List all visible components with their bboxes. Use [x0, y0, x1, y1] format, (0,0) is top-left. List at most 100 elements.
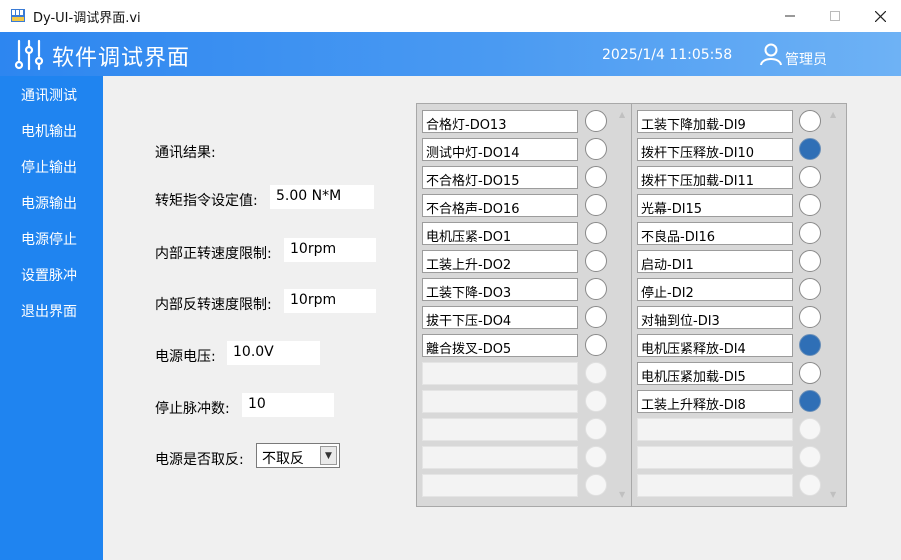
torque-value: 5.00 N*M — [270, 185, 374, 209]
maximize-icon — [830, 11, 840, 21]
output-led-indicator[interactable] — [585, 110, 607, 132]
comm-result-label: 通讯结果: — [155, 145, 216, 161]
maximize-button[interactable] — [812, 0, 858, 32]
close-icon — [874, 10, 886, 22]
scroll-up-icon[interactable]: ▲ — [619, 110, 625, 119]
input-led-indicator — [799, 418, 821, 440]
input-scrollbar[interactable]: ▲ ▼ — [828, 106, 840, 504]
input-label — [637, 446, 793, 469]
input-label: 启动-DI1 — [637, 250, 793, 273]
output-led-indicator[interactable] — [585, 166, 607, 188]
input-indicator-panel: ▲ ▼ 工装下降加载-DI9 拨杆下压释放-DI10 拨杆下压加载-DI11 光幕-D… — [631, 103, 847, 507]
window-title: Dy-UI-调试界面.vi — [33, 11, 141, 26]
output-led-indicator[interactable] — [585, 194, 607, 216]
output-led-indicator[interactable] — [585, 138, 607, 160]
output-led-indicator[interactable] — [585, 222, 607, 244]
output-led-indicator[interactable] — [585, 306, 607, 328]
voltage-value: 10.0V — [227, 341, 320, 365]
sidebar: 通讯测试 电机输出 停止输出 电源输出 电源停止 设置脉冲 退出界面 — [0, 76, 103, 560]
input-led-indicator — [799, 334, 821, 356]
voltage-label: 电源电压: — [155, 349, 216, 365]
output-label: 拔干下压-DO4 — [422, 306, 578, 329]
torque-label: 转矩指令设定值: — [155, 193, 258, 209]
output-led-indicator[interactable] — [585, 474, 607, 496]
app-header: 软件调试界面 2025/1/4 11:05:58 管理员 — [0, 32, 901, 76]
sidebar-item-stop-output[interactable]: 停止输出 — [21, 157, 77, 177]
output-led-indicator[interactable] — [585, 334, 607, 356]
input-label: 电机压紧释放-DI4 — [637, 334, 793, 357]
input-led-indicator — [799, 110, 821, 132]
output-label: 工装上升-DO2 — [422, 250, 578, 273]
input-led-indicator — [799, 222, 821, 244]
input-label: 停止-DI2 — [637, 278, 793, 301]
scroll-up-icon[interactable]: ▲ — [830, 110, 836, 119]
minimize-icon — [785, 15, 795, 17]
output-led-indicator[interactable] — [585, 250, 607, 272]
output-scrollbar[interactable]: ▲ ▼ — [617, 106, 629, 504]
invert-select-value: 不取反 — [262, 451, 304, 467]
minimize-button[interactable] — [767, 0, 813, 32]
close-button[interactable] — [857, 0, 901, 32]
output-label: 电机压紧-DO1 — [422, 222, 578, 245]
output-label: 合格灯-DO13 — [422, 110, 578, 133]
sidebar-item-comm-test[interactable]: 通讯测试 — [21, 85, 77, 105]
input-label — [637, 418, 793, 441]
output-label: 测试中灯-DO14 — [422, 138, 578, 161]
input-led-indicator — [799, 166, 821, 188]
output-label: 工装下降-DO3 — [422, 278, 578, 301]
scroll-down-icon[interactable]: ▼ — [619, 490, 625, 499]
input-led-indicator — [799, 138, 821, 160]
app-title: 软件调试界面 — [52, 46, 191, 71]
sidebar-item-power-stop[interactable]: 电源停止 — [21, 229, 77, 249]
input-label: 工装下降加载-DI9 — [637, 110, 793, 133]
input-label — [637, 474, 793, 497]
output-label — [422, 474, 578, 497]
fwd-speed-label: 内部正转速度限制: — [155, 246, 272, 262]
output-led-indicator[interactable] — [585, 278, 607, 300]
input-led-indicator — [799, 474, 821, 496]
input-label: 工装上升释放-DI8 — [637, 390, 793, 413]
input-label: 拨杆下压加载-DI11 — [637, 166, 793, 189]
user-name[interactable]: 管理员 — [785, 49, 827, 69]
output-label — [422, 390, 578, 413]
input-label: 不良品-DI16 — [637, 222, 793, 245]
input-led-indicator — [799, 194, 821, 216]
input-led-indicator — [799, 390, 821, 412]
current-datetime: 2025/1/4 11:05:58 — [602, 47, 733, 63]
output-led-indicator[interactable] — [585, 446, 607, 468]
scroll-down-icon[interactable]: ▼ — [830, 490, 836, 499]
input-label: 对轴到位-DI3 — [637, 306, 793, 329]
rev-speed-value: 10rpm — [284, 289, 376, 313]
output-label: 離合拨叉-DO5 — [422, 334, 578, 357]
window-titlebar: Dy-UI-调试界面.vi — [0, 0, 901, 32]
sidebar-item-set-pulse[interactable]: 设置脉冲 — [21, 265, 77, 285]
sidebar-item-power-output[interactable]: 电源输出 — [21, 193, 77, 213]
input-label: 电机压紧加载-DI5 — [637, 362, 793, 385]
output-label: 不合格灯-DO15 — [422, 166, 578, 189]
settings-sliders-icon — [14, 39, 44, 71]
invert-label: 电源是否取反: — [155, 452, 244, 468]
sidebar-item-motor-output[interactable]: 电机输出 — [21, 121, 77, 141]
output-label — [422, 418, 578, 441]
pulse-value: 10 — [242, 393, 334, 417]
input-led-indicator — [799, 306, 821, 328]
input-led-indicator — [799, 250, 821, 272]
user-icon[interactable] — [759, 42, 783, 66]
output-led-indicator[interactable] — [585, 390, 607, 412]
input-led-indicator — [799, 446, 821, 468]
pulse-label: 停止脉冲数: — [155, 401, 230, 417]
output-led-indicator[interactable] — [585, 418, 607, 440]
chevron-down-icon[interactable]: ▼ — [320, 446, 337, 465]
output-indicator-panel: ▲ ▼ 合格灯-DO13 测试中灯-DO14 不合格灯-DO15 不合格声-DO16 电… — [416, 103, 632, 507]
output-label — [422, 362, 578, 385]
output-led-indicator[interactable] — [585, 362, 607, 384]
output-label: 不合格声-DO16 — [422, 194, 578, 217]
invert-select[interactable]: 不取反 ▼ — [256, 443, 340, 468]
sidebar-item-exit[interactable]: 退出界面 — [21, 301, 77, 321]
labview-vi-icon — [11, 9, 25, 22]
input-led-indicator — [799, 362, 821, 384]
rev-speed-label: 内部反转速度限制: — [155, 297, 272, 313]
input-label: 拨杆下压释放-DI10 — [637, 138, 793, 161]
input-label: 光幕-DI15 — [637, 194, 793, 217]
output-label — [422, 446, 578, 469]
